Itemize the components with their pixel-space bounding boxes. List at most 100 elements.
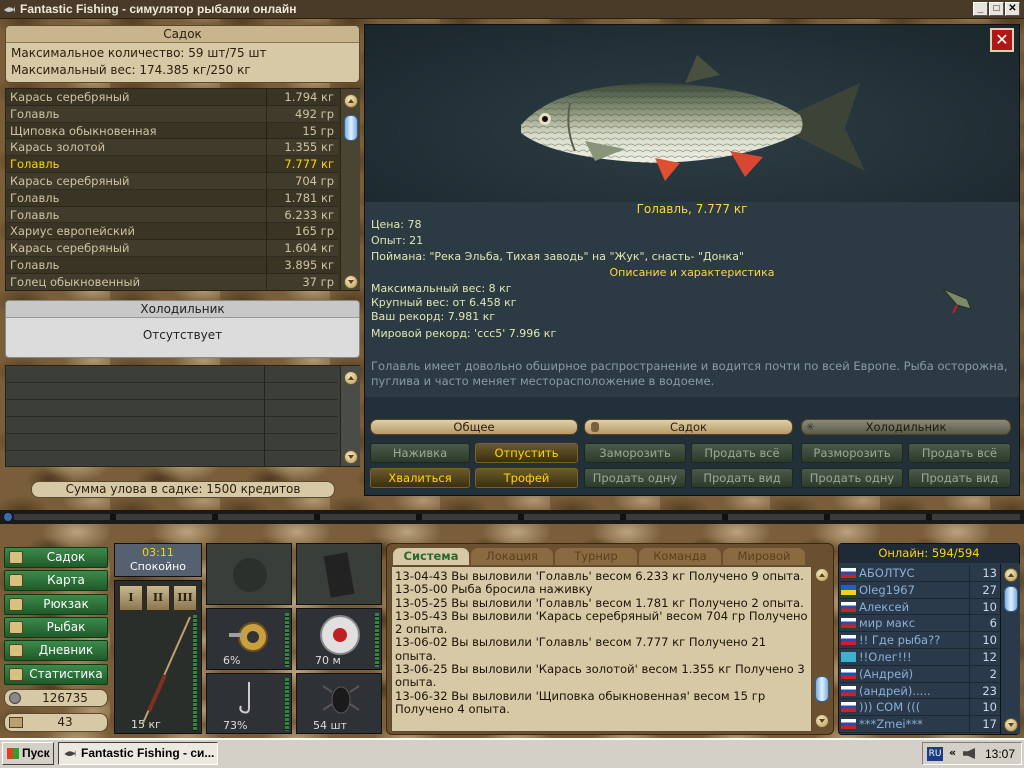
groundbait-slot[interactable] (206, 543, 292, 605)
sadok-sell-all-button[interactable]: Продать всё (691, 443, 793, 463)
online-user-row[interactable]: мир макс 6 (839, 615, 1001, 633)
nav-fisher-button[interactable]: Рыбак (4, 617, 108, 638)
sadok-row[interactable]: Голавль 7.777 кг (6, 156, 338, 173)
minimize-button[interactable]: _ (973, 2, 988, 16)
scroll-thumb[interactable] (815, 676, 829, 702)
brag-button[interactable]: Хвалиться (370, 468, 470, 488)
sadok-scrollbar[interactable] (340, 89, 360, 290)
chat-tab[interactable]: Команда (639, 548, 721, 565)
chat-message: 13-06-25 Вы выловили 'Карась золотой' ве… (395, 662, 805, 690)
rod-slot-3-button[interactable]: III (173, 585, 197, 611)
rod-slot-1-button[interactable]: I (119, 585, 143, 611)
chat-tab[interactable]: Локация (471, 548, 553, 565)
online-user-row[interactable]: АБОЛТУС 13 (839, 565, 1001, 582)
release-button[interactable]: Отпустить (475, 443, 578, 463)
sadok-icon (9, 551, 23, 564)
online-panel: Онлайн: 594/594 АБОЛТУС 13 Oleg1967 27 Алекс… (838, 543, 1020, 735)
rod-slot[interactable]: I II III 15 кг (114, 580, 202, 734)
fridge-sell-one-button[interactable]: Продать одну (801, 468, 903, 488)
nav-sadok-button[interactable]: Садок (4, 547, 108, 568)
rod-slot-2-button[interactable]: II (146, 585, 170, 611)
hook-slot[interactable]: 73% (206, 673, 292, 734)
tab-fridge[interactable]: ✳ Холодильник (801, 419, 1011, 435)
freeze-button[interactable]: Заморозить (584, 443, 686, 463)
beetle-icon (322, 685, 360, 714)
language-indicator[interactable]: RU (927, 747, 943, 761)
fridge-sell-kind-button[interactable]: Продать вид (908, 468, 1011, 488)
chat-message: 13-05-43 Вы выловили 'Карась серебряный'… (395, 608, 808, 637)
tray-expand-icon[interactable]: « (949, 746, 956, 759)
fish-image-area (365, 25, 1019, 203)
sadok-row[interactable]: Голец обыкновенный 37 гр (6, 273, 338, 291)
nav-backpack-button[interactable]: Рюкзак (4, 594, 108, 615)
sadok-row[interactable]: Карась серебряный 1.604 кг (6, 240, 338, 257)
sadok-row[interactable]: Карась серебряный 704 гр (6, 172, 338, 190)
scroll-down-icon[interactable] (1004, 718, 1018, 732)
online-user-row[interactable]: ))) СОМ (((10 (839, 699, 1001, 717)
close-fish-panel-button[interactable]: ✕ (990, 28, 1014, 52)
rod-icon (142, 616, 191, 724)
tab-sadok[interactable]: Садок (584, 419, 793, 435)
start-button[interactable]: Пуск (2, 742, 54, 765)
scroll-thumb[interactable] (1004, 586, 1018, 612)
online-user-row[interactable]: Алексей 10 (839, 598, 1001, 616)
taskbar-app-button[interactable]: Fantastic Fishing - си... (58, 742, 218, 765)
float-slot[interactable] (296, 543, 382, 605)
scroll-down-icon[interactable] (815, 714, 829, 728)
chat-tab[interactable]: Мировой (723, 548, 805, 565)
scroll-up-icon[interactable] (344, 94, 358, 108)
fish-weight: 6.233 кг (266, 206, 338, 223)
sadok-row[interactable]: Голавль 3.895 кг (6, 256, 338, 274)
fish-caught: Поймана: "Река Эльба, Тихая заводь" на "… (371, 250, 745, 263)
sadok-row[interactable]: Щиповка обыкновенная 15 гр (6, 122, 338, 140)
fridge-scrollbar[interactable] (340, 366, 360, 466)
fridge-list (5, 365, 360, 467)
scroll-down-icon[interactable] (344, 450, 358, 464)
sadok-row[interactable]: Голавль 6.233 кг (6, 206, 338, 224)
sadok-sell-one-button[interactable]: Продать одну (584, 468, 686, 488)
online-user-row[interactable]: Oleg1967 27 (839, 581, 1001, 599)
online-user-row[interactable]: !!Олег!!! 12 (839, 648, 1001, 666)
bait-button[interactable]: Наживка (370, 443, 470, 463)
online-scrollbar[interactable] (1000, 564, 1020, 734)
flag-icon (841, 601, 856, 612)
sadok-row[interactable]: Карась золотой 1.355 кг (6, 139, 338, 157)
fish-name: Голавль (10, 257, 60, 272)
trophy-button[interactable]: Трофей (475, 468, 578, 488)
scroll-up-icon[interactable] (815, 568, 829, 582)
sadok-row[interactable]: Хариус европейский 165 гр (6, 223, 338, 241)
online-user-row[interactable]: (Андрей) 2 (839, 665, 1001, 683)
scroll-down-icon[interactable] (344, 275, 358, 289)
line-slot[interactable]: 70 м (296, 608, 382, 670)
time-weather-box: 03:11 Спокойно (114, 543, 202, 577)
unfreeze-button[interactable]: Разморозить (801, 443, 903, 463)
online-user-row[interactable]: (андрей)..... 23 (839, 682, 1001, 700)
sadok-row[interactable]: Карась серебряный 1.794 кг (6, 89, 338, 106)
sadok-sell-kind-button[interactable]: Продать вид (691, 468, 793, 488)
chat-tab[interactable]: Турнир (555, 548, 637, 565)
scroll-thumb[interactable] (344, 115, 358, 141)
scroll-up-icon[interactable] (1004, 568, 1018, 582)
chat-scrollbar[interactable] (812, 566, 832, 732)
fridge-sell-all-button[interactable]: Продать всё (908, 443, 1011, 463)
tab-sadok-label: Садок (669, 420, 707, 434)
taskbar: Пуск Fantastic Fishing - си... RU « 13:0… (0, 738, 1024, 768)
online-user-row[interactable]: ***Zmei*** 17 (839, 716, 1001, 733)
fish-weight: 165 гр (266, 223, 338, 240)
volume-icon[interactable] (963, 748, 975, 759)
maximize-button[interactable]: □ (989, 2, 1004, 16)
sadok-row[interactable]: Голавль 492 гр (6, 105, 338, 123)
reel-slot[interactable]: 6% (206, 608, 292, 670)
sadok-row[interactable]: Голавль 1.781 кг (6, 189, 338, 207)
chat-tab[interactable]: Система (393, 548, 469, 565)
tab-general[interactable]: Общее (370, 419, 578, 435)
scroll-up-icon[interactable] (344, 371, 358, 385)
close-window-button[interactable]: ✕ (1005, 2, 1020, 16)
nav-stats-button[interactable]: Статистика (4, 664, 108, 685)
nav-diary-button[interactable]: Дневник (4, 640, 108, 661)
flag-icon (841, 635, 856, 646)
online-user-row[interactable]: !! Где рыба?? 10 (839, 632, 1001, 649)
line-spool-icon (320, 615, 360, 655)
nav-map-button[interactable]: Карта (4, 570, 108, 591)
bait-slot[interactable]: 54 шт (296, 673, 382, 734)
